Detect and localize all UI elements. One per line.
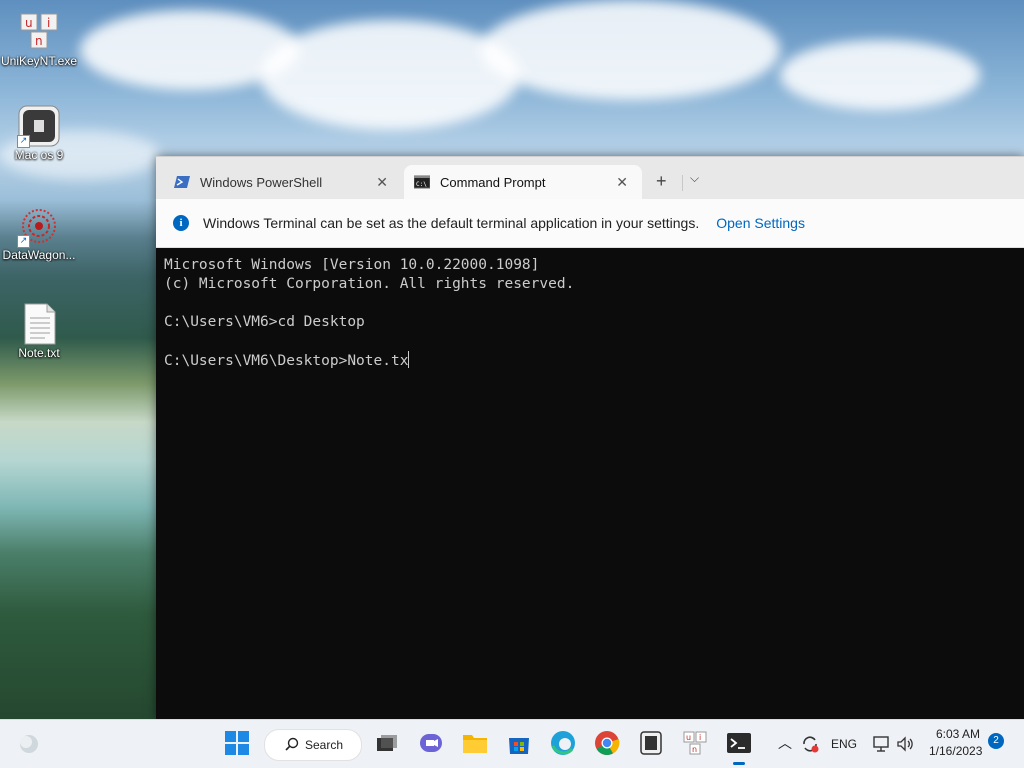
- wallpaper-cloud: [260, 20, 520, 130]
- unikey-icon: u i n: [17, 10, 61, 54]
- close-icon[interactable]: ✕: [376, 174, 388, 191]
- clock-date[interactable]: 1/16/2023: [929, 744, 982, 758]
- desktop-icon-unikey[interactable]: u i n UniKeyNT.exe: [0, 10, 78, 68]
- console-prompt: C:\Users\VM6\Desktop>Note.tx: [164, 353, 409, 369]
- svg-text:n: n: [692, 745, 697, 754]
- close-icon[interactable]: ✕: [616, 174, 628, 191]
- wallpaper-cloud: [480, 0, 780, 100]
- chevron-up-icon[interactable]: ︿: [778, 733, 792, 753]
- console-line: C:\Users\VM6>cd Desktop: [164, 314, 365, 330]
- console-line: (c) Microsoft Corporation. All rights re…: [164, 276, 575, 292]
- volume-icon[interactable]: [896, 734, 916, 754]
- weather-widget-icon[interactable]: [16, 730, 42, 756]
- desktop-icon-label: DataWagon...: [2, 248, 76, 262]
- vm-app-icon[interactable]: [638, 730, 664, 756]
- search-box[interactable]: Search: [264, 729, 362, 761]
- tab-label: Command Prompt: [440, 174, 546, 190]
- text-cursor: [408, 351, 410, 368]
- desktop-icon-label: Note.txt: [18, 346, 60, 360]
- info-message: Windows Terminal can be set as the defau…: [203, 215, 700, 231]
- clock-time[interactable]: 6:03 AM: [936, 727, 980, 741]
- console-output[interactable]: Microsoft Windows [Version 10.0.22000.10…: [156, 248, 1024, 371]
- terminal-window[interactable]: Windows PowerShell ✕ C:\ Command Prompt …: [156, 156, 1024, 720]
- datawagon-icon: ↗: [17, 204, 61, 248]
- active-app-indicator: [733, 762, 745, 765]
- taskbar: Search uin ︿ ENG 6:03 AM 1/16/2023 2: [0, 719, 1024, 768]
- tab-bar: Windows PowerShell ✕ C:\ Command Prompt …: [156, 156, 1024, 199]
- sync-icon[interactable]: [800, 734, 820, 754]
- file-explorer-icon[interactable]: [462, 730, 488, 756]
- info-icon: i: [173, 215, 189, 231]
- svg-text:C:\: C:\: [416, 181, 427, 188]
- svg-text:i: i: [699, 733, 701, 742]
- wallpaper-cloud: [780, 40, 980, 110]
- tab-divider: [682, 175, 683, 191]
- shortcut-arrow-icon: ↗: [17, 235, 30, 248]
- search-icon: [285, 737, 299, 754]
- svg-text:n: n: [35, 34, 43, 48]
- svg-text:u: u: [25, 16, 33, 30]
- terminal-icon[interactable]: [726, 730, 752, 765]
- console-input-line[interactable]: C:\Users\VM6\Desktop>Note.tx: [164, 351, 1024, 371]
- desktop-icon-label: UniKeyNT.exe: [0, 54, 78, 68]
- desktop-icon-mac-os-9[interactable]: ↗ Mac os 9: [0, 104, 78, 162]
- cmd-icon: C:\: [413, 175, 431, 189]
- text-file-icon: [17, 302, 61, 346]
- open-settings-link[interactable]: Open Settings: [716, 215, 805, 231]
- search-label: Search: [305, 738, 344, 752]
- teams-chat-icon[interactable]: [418, 730, 444, 756]
- chevron-down-icon[interactable]: ⌵: [690, 171, 699, 186]
- desktop-icon-datawagon[interactable]: ↗ DataWagon...: [0, 204, 78, 262]
- notification-badge[interactable]: 2: [988, 733, 1004, 749]
- desktop-icon-note-txt[interactable]: Note.txt: [0, 302, 78, 360]
- tab-windows-powershell[interactable]: Windows PowerShell ✕: [164, 165, 402, 199]
- desktop-icon-label: Mac os 9: [14, 148, 64, 162]
- start-icon[interactable]: [224, 730, 250, 756]
- tab-command-prompt[interactable]: C:\ Command Prompt ✕: [404, 165, 642, 199]
- edge-icon[interactable]: [550, 730, 576, 756]
- tab-label: Windows PowerShell: [200, 174, 323, 190]
- vm-icon: ↗: [17, 104, 61, 148]
- svg-text:i: i: [47, 16, 50, 30]
- info-bar: i Windows Terminal can be set as the def…: [156, 199, 1024, 248]
- new-tab-button[interactable]: +: [656, 171, 667, 192]
- shortcut-arrow-icon: ↗: [17, 135, 30, 148]
- language-indicator[interactable]: ENG: [831, 737, 857, 751]
- svg-text:u: u: [686, 733, 691, 742]
- console-line: Microsoft Windows [Version 10.0.22000.10…: [164, 257, 540, 273]
- chrome-icon[interactable]: [594, 730, 620, 756]
- task-view-icon[interactable]: [374, 730, 400, 756]
- network-icon[interactable]: [872, 734, 892, 754]
- powershell-icon: [174, 175, 190, 189]
- unikey-app-icon[interactable]: uin: [682, 730, 708, 756]
- microsoft-store-icon[interactable]: [506, 730, 532, 756]
